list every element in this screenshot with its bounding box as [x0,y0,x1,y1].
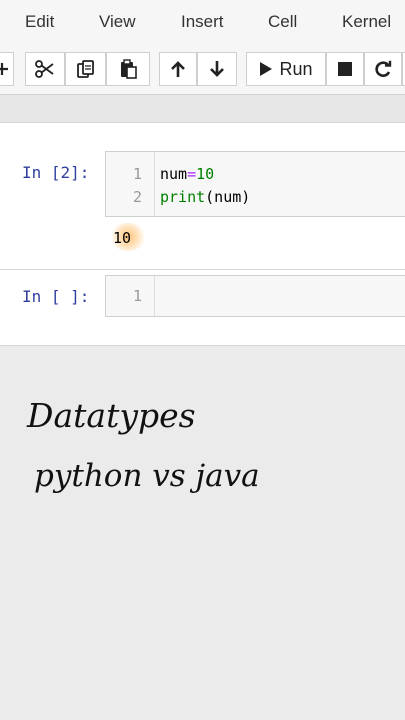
run-icon [259,61,273,77]
interrupt-button[interactable] [326,52,364,86]
menu-bar: Edit View Insert Cell Kernel [0,0,405,47]
move-up-button[interactable] [159,52,197,86]
stop-icon [338,62,352,76]
toolbar: Run [0,46,405,95]
menu-edit[interactable]: Edit [25,12,54,32]
run-label: Run [279,58,313,79]
paste-icon [118,59,138,79]
add-cell-button[interactable] [0,52,14,86]
cell-1-prompt: In [2]: [22,163,90,182]
cut-button[interactable] [25,52,65,86]
restart-kernel-button[interactable] [364,52,402,86]
copy-icon [76,59,96,79]
line-number: 2 [132,188,142,206]
code-line-2: print(num) [160,188,251,206]
menu-insert[interactable]: Insert [181,12,224,32]
cell-1-gutter [106,152,155,216]
cell-2-gutter [106,276,155,316]
menu-cell[interactable]: Cell [268,12,297,32]
menu-kernel[interactable]: Kernel [342,12,391,32]
cell-1-output: 10 [113,229,132,247]
run-button[interactable]: Run [246,52,326,86]
copy-button[interactable] [65,52,106,86]
move-up-icon [170,60,186,78]
cell-2-editor[interactable]: 1 [105,275,405,317]
move-down-button[interactable] [197,52,237,86]
menu-view[interactable]: View [99,12,136,32]
move-down-icon [209,60,225,78]
cell-2-prompt: In [ ]: [22,287,90,306]
code-line-1: num=10 [160,165,215,183]
cell-1-editor[interactable]: 1 2 num=10 print(num) [105,151,405,217]
caption-subtitle: python vs java [34,458,260,494]
line-number: 1 [132,287,142,305]
line-number: 1 [132,165,142,183]
cell-divider [0,269,405,270]
notebook-background [0,95,405,122]
cut-icon [35,60,55,78]
notebook-panel: In [2]: 1 2 num=10 print(num) 10 In [ ]:… [0,122,405,346]
caption-title: Datatypes [27,396,196,435]
add-icon [0,62,9,76]
restart-icon [374,60,392,78]
paste-button[interactable] [106,52,150,86]
